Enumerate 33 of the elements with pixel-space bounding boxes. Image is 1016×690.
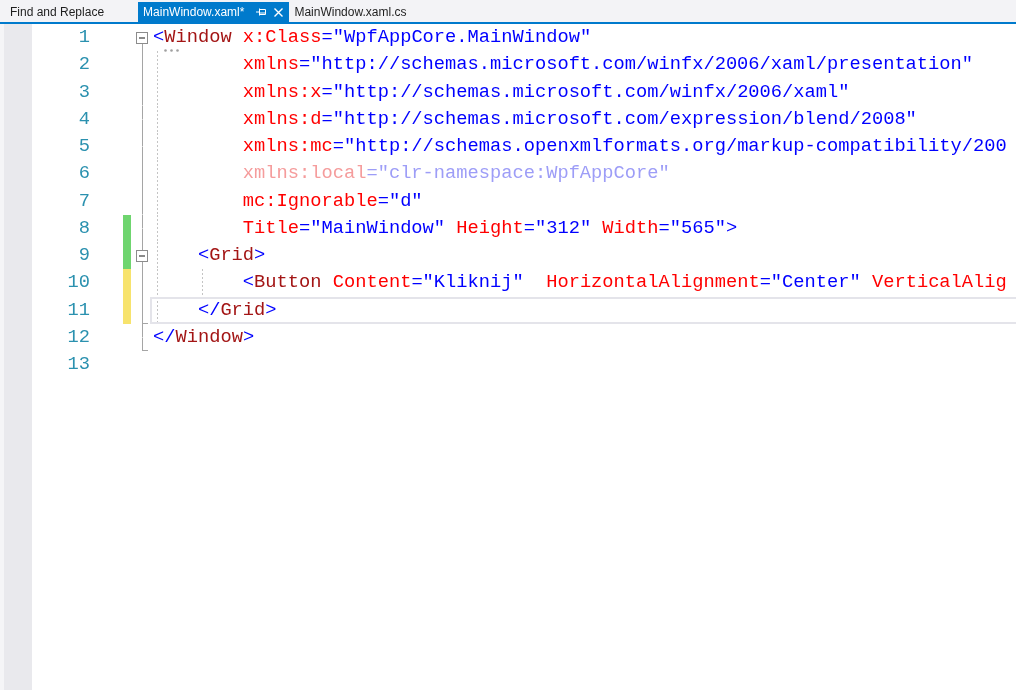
line-number: 8 [77,215,90,241]
line-number: 12 [66,324,90,350]
code-line: <Button Content="Kliknij" HorizontalAlignment="Center" VerticalAlig [242,271,1007,294]
code-line: </Grid> [197,298,277,321]
code-line: <Grid> [197,244,266,266]
code-line: <Window x:Class="WpfAppCore.MainWindow" [153,26,592,48]
line-number: 3 [77,79,90,105]
code-line: mc:Ignorable="d" [242,189,423,212]
code-line: xmlns:local="clr-namespace:WpfAppCore" [242,162,670,185]
ellipsis-dots-icon[interactable] [164,49,179,53]
line-number: 13 [66,352,90,377]
minus-box-icon[interactable] [136,31,148,44]
line-number: 2 [77,52,90,78]
line-number: 1 [77,25,90,50]
document-tab[interactable]: MainWindow.xaml* [138,2,290,22]
code-line: xmlns="http://schemas.microsoft.com/winfx/2006/xaml/presentation" [242,53,974,76]
document-tab[interactable]: MainWindow.xaml.cs [289,2,413,22]
line-number: 10 [66,270,90,296]
code-line: xmlns:mc="http://schemas.openxmlformats.org/markup-compatibility/200 [242,135,1007,157]
line-number: 5 [77,134,90,159]
code-line: </Window> [153,325,255,348]
line-number: 4 [77,106,90,132]
pin-icon[interactable] [256,8,267,16]
line-number: 7 [77,188,90,214]
code-line: xmlns:x="http://schemas.microsoft.com/winfx/2006/xaml" [242,80,850,103]
close-icon[interactable] [274,7,284,17]
document-tab[interactable]: Find and Replace [0,2,115,22]
line-number: 9 [77,243,90,268]
line-number: 6 [77,161,90,187]
code-line: xmlns:d="http://schemas.microsoft.com/expression/blend/2008" [242,107,917,130]
minus-box-icon[interactable] [136,249,148,262]
code-line: Title="MainWindow" Height="312" Width="565"> [242,216,738,239]
line-number: 11 [66,297,90,323]
